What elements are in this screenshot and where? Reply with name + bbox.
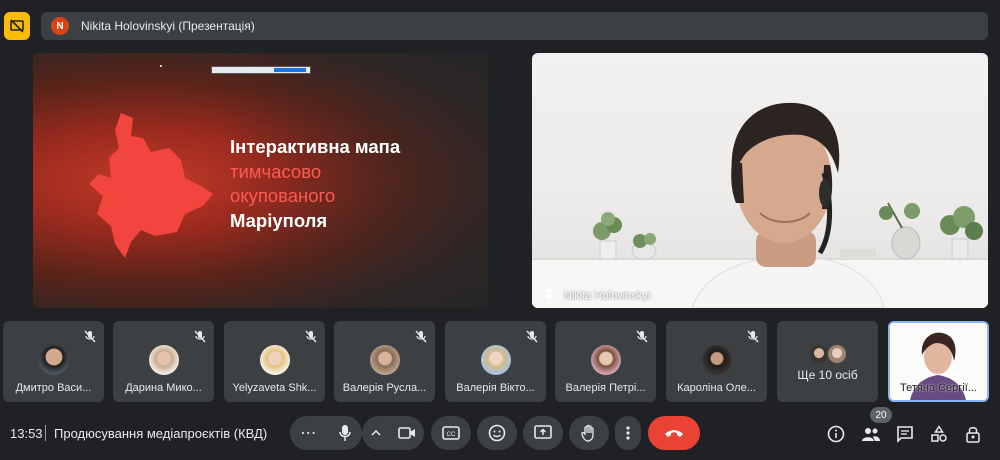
presenting-indicator-button[interactable] xyxy=(4,12,30,40)
slide-title-line1: Інтерактивна мапа xyxy=(230,136,401,157)
mic-off-icon xyxy=(636,330,648,343)
camera-icon[interactable] xyxy=(397,426,416,440)
video-control-group xyxy=(362,416,424,450)
presenter-avatar: N xyxy=(51,17,69,35)
more-participants-label: Ще 10 осіб xyxy=(797,368,858,382)
participant-tile[interactable]: Валерія Вікто... xyxy=(445,321,546,402)
participant-name: Дарина Мико... xyxy=(125,382,202,394)
clock: 13:53 xyxy=(10,426,43,441)
avatar xyxy=(481,345,511,375)
people-button[interactable] xyxy=(861,424,881,444)
chat-icon xyxy=(897,426,913,443)
people-icon xyxy=(862,428,880,441)
participant-name: Дмитро Васи... xyxy=(15,382,92,394)
emoji-icon xyxy=(488,424,506,442)
lock-person-icon xyxy=(966,427,980,443)
slide-dot xyxy=(160,65,162,67)
mic-off-icon xyxy=(84,330,96,343)
present-screen-icon xyxy=(534,425,552,439)
divider xyxy=(45,425,46,441)
closed-captions-icon: CC xyxy=(442,426,460,440)
participant-name: Валерія Русла... xyxy=(342,382,427,394)
svg-text:CC: CC xyxy=(447,432,456,438)
mic-off-icon xyxy=(194,330,206,343)
meeting-details-button[interactable] xyxy=(826,424,846,444)
participant-tile[interactable]: Дарина Мико... xyxy=(113,321,214,402)
avatar xyxy=(702,345,732,375)
camera-video-image xyxy=(532,102,988,308)
microphone-icon[interactable] xyxy=(338,424,352,442)
shapes-icon xyxy=(931,425,947,442)
participant-tile-speaking[interactable]: Тетяна Сергії... xyxy=(888,321,989,402)
participant-tile[interactable]: Дмитро Васи... xyxy=(3,321,104,402)
avatar xyxy=(39,345,69,375)
mic-off-icon xyxy=(305,330,317,343)
more-options-button[interactable] xyxy=(615,416,641,450)
participant-name: Тетяна Сергії... xyxy=(900,382,977,394)
reactions-button[interactable] xyxy=(477,416,517,450)
slide-title-line2: тимчасово xyxy=(230,160,322,182)
participant-name: Валерія Вікто... xyxy=(456,382,535,394)
slide-title-line3: окупованого xyxy=(230,185,336,206)
phone-hangup-icon xyxy=(665,430,683,437)
raise-hand-icon xyxy=(581,424,594,442)
camera-participant-name: Nikita Holovinskyi xyxy=(564,290,651,302)
more-participants-tile[interactable]: Ще 10 осіб xyxy=(777,321,878,402)
present-off-icon xyxy=(10,19,24,33)
avatar xyxy=(370,345,400,375)
slide-title-line4: Маріуполя xyxy=(230,209,328,231)
participant-tile[interactable]: Валерія Русла... xyxy=(334,321,435,402)
participant-name: Валерія Петрі... xyxy=(565,382,646,394)
more-vert-icon xyxy=(626,426,630,440)
avatar xyxy=(260,345,290,375)
chat-button[interactable] xyxy=(895,424,915,444)
mic-off-icon xyxy=(415,330,427,343)
slide-toolbar-thumbnail xyxy=(211,66,311,74)
chevron-up-icon[interactable] xyxy=(370,429,381,437)
avatar xyxy=(149,345,179,375)
participant-tile[interactable]: Валерія Петрі... xyxy=(555,321,656,402)
presenter-title: Nikita Holovinskyi (Презентація) xyxy=(81,19,255,33)
slide-title: Інтерактивна мапа тимчасово окупованого … xyxy=(230,135,400,233)
presenter-camera-tile[interactable]: Nikita Holovinskyi xyxy=(532,53,988,308)
presenter-bar: N Nikita Holovinskyi (Презентація) xyxy=(41,12,988,40)
audio-control-group: ⋯ xyxy=(290,416,362,450)
participant-name: Yelyzaveta Shk... xyxy=(232,382,317,394)
activities-button[interactable] xyxy=(929,424,949,444)
mariupol-map-shape xyxy=(89,113,213,258)
host-controls-button[interactable] xyxy=(963,424,983,444)
present-screen-button[interactable] xyxy=(523,416,563,450)
end-call-button[interactable] xyxy=(648,416,700,450)
avatar xyxy=(591,345,621,375)
captions-button[interactable]: CC xyxy=(431,416,471,450)
mic-off-icon xyxy=(747,330,759,343)
raise-hand-button[interactable] xyxy=(569,416,609,450)
mic-off-icon xyxy=(526,330,538,343)
audio-options-icon[interactable]: ⋯ xyxy=(300,423,317,443)
info-icon xyxy=(827,425,845,443)
meeting-title: Продюсування медіапроєктів (КВД) xyxy=(54,426,268,441)
participant-count-badge: 20 xyxy=(870,407,892,423)
avatar xyxy=(826,343,848,365)
participant-tile[interactable]: Yelyzaveta Shk... xyxy=(224,321,325,402)
participant-name: Кароліна Оле... xyxy=(677,382,756,394)
presentation-tile[interactable]: Інтерактивна мапа тимчасово окупованого … xyxy=(33,53,488,308)
participant-tile[interactable]: Кароліна Оле... xyxy=(666,321,767,402)
pin-icon[interactable] xyxy=(540,287,558,305)
